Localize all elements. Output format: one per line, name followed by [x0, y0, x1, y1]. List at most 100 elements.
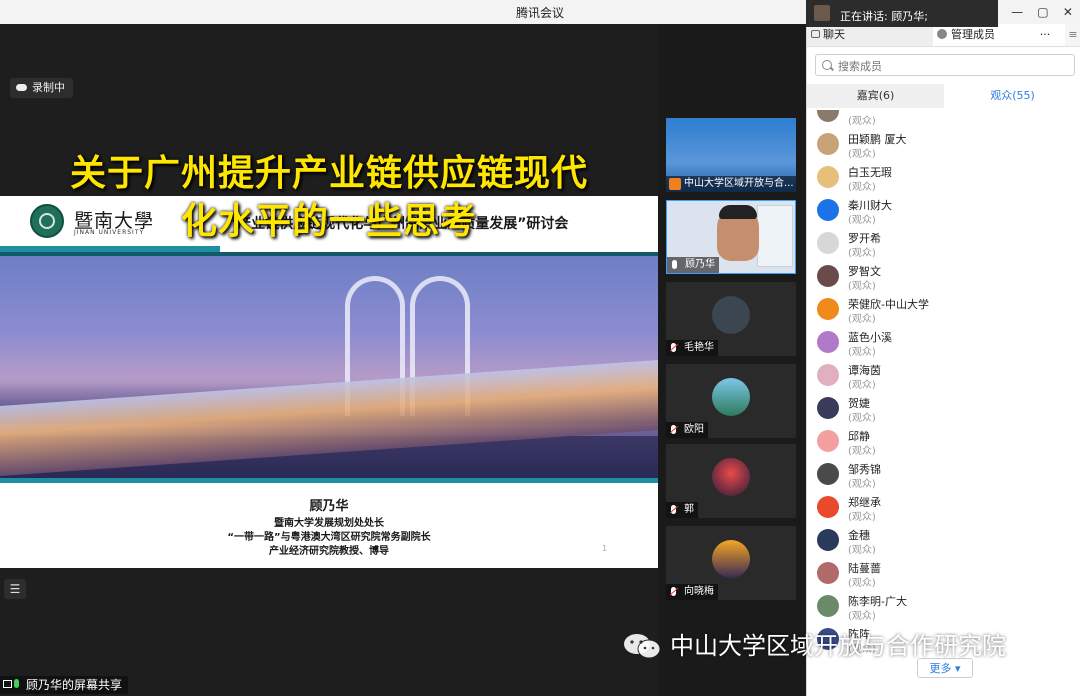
speaking-label: 正在讲话: 顾乃华;	[840, 10, 928, 23]
member-row[interactable]: 罗开希 (观众)	[807, 228, 1080, 261]
participant-name: 郭	[684, 504, 694, 515]
search-input[interactable]	[836, 56, 1070, 76]
maximize-button[interactable]: ▢	[1037, 5, 1048, 19]
member-row[interactable]: 谭海茵 (观众)	[807, 360, 1080, 393]
member-row[interactable]: 白玉无瑕 (观众)	[807, 162, 1080, 195]
participant-label: 欧阳	[666, 422, 708, 438]
member-role: (观众)	[848, 281, 876, 292]
chat-icon	[811, 30, 820, 38]
avatar	[817, 562, 839, 584]
member-role: (观众)	[848, 215, 876, 226]
minimize-button[interactable]: —	[1011, 5, 1023, 19]
member-role: (观众)	[848, 248, 876, 259]
avatar	[817, 298, 839, 320]
member-row[interactable]: 郑继承 (观众)	[807, 492, 1080, 525]
avatar	[817, 529, 839, 551]
avatar	[817, 166, 839, 188]
tab-members-label: 管理成员	[951, 28, 995, 41]
member-row[interactable]: 金穗 (观众)	[807, 525, 1080, 558]
members-panel: 聊天 管理成员 ··· ≡ 嘉宾(6) 观众(55) (观众)田颖鹏 厦大(观众…	[806, 24, 1080, 696]
screen-icon	[3, 680, 12, 688]
avatar	[814, 5, 830, 21]
member-role: (观众)	[848, 347, 876, 358]
avatar	[712, 540, 750, 578]
participant-tile[interactable]: 郭	[666, 444, 796, 518]
avatar	[712, 378, 750, 416]
participant-label: 顾乃华	[667, 257, 719, 273]
presenter-title: 产业经济研究院教授、博导	[269, 546, 389, 557]
member-row[interactable]: 贺婕 (观众)	[807, 393, 1080, 426]
menu-icon[interactable]: ≡	[1065, 24, 1080, 46]
member-row[interactable]: 蓝色小溪 (观众)	[807, 327, 1080, 360]
member-row[interactable]: 陆蔓蔷 (观众)	[807, 558, 1080, 591]
user-icon	[669, 178, 681, 190]
member-role: (观众)	[848, 545, 876, 556]
avatar	[817, 463, 839, 485]
list-icon[interactable]: ☰	[4, 579, 26, 599]
participant-tile[interactable]: 向晓梅	[666, 526, 796, 600]
member-role: (观众)	[848, 149, 876, 160]
screen-share-text: 顾乃华的屏幕共享	[26, 678, 123, 692]
tab-chat-label: 聊天	[823, 28, 845, 41]
member-role: (观众)	[848, 512, 876, 523]
presentation-slide: 暨南大學 JINAN UNIVERSITY “产业链供应链现代化与广州制造业高质…	[0, 196, 658, 568]
member-role: (观众)	[848, 314, 876, 325]
avatar	[817, 265, 839, 287]
tab-audience[interactable]: 观众(55)	[944, 84, 1080, 108]
wechat-icon	[624, 634, 661, 659]
slide-headline: 化水平的一些思考	[180, 201, 477, 242]
avatar	[712, 458, 750, 496]
avatar	[817, 232, 839, 254]
search-icon	[822, 60, 832, 70]
presenter-title: “一带一路”与粤港澳大湾区研究院常务副院长	[227, 532, 431, 543]
member-row[interactable]: 陈李明-广大 (观众)	[807, 591, 1080, 624]
member-row[interactable]: 邹秀锦 (观众)	[807, 459, 1080, 492]
members-icon	[937, 29, 947, 39]
screen-share-label: 顾乃华的屏幕共享	[0, 676, 129, 694]
member-role: (观众)	[848, 479, 876, 490]
slide-page-number: 1	[602, 544, 608, 553]
avatar	[817, 364, 839, 386]
member-role: (观众)	[848, 578, 876, 589]
participant-tile[interactable]: 毛艳华	[666, 282, 796, 356]
member-row[interactable]: 秦川财大 (观众)	[807, 195, 1080, 228]
member-row[interactable]: 罗智文 (观众)	[807, 261, 1080, 294]
avatar	[817, 331, 839, 353]
footer-stripe	[0, 478, 658, 483]
bridge-banner-image	[0, 256, 658, 478]
watermark-text: 中山大学区域开放与合作研究院	[670, 632, 1006, 660]
member-row[interactable]: (观众)	[807, 110, 1080, 129]
participant-tile[interactable]: 顾乃华	[666, 200, 796, 274]
microphone-muted-icon	[671, 343, 676, 352]
tab-guests[interactable]: 嘉宾(6)	[807, 84, 944, 108]
member-role: (观众)	[848, 116, 876, 127]
participant-name: 向晓梅	[684, 586, 714, 597]
avatar	[817, 110, 839, 122]
member-role: (观众)	[848, 611, 876, 622]
avatar	[817, 397, 839, 419]
member-row[interactable]: 田颖鹏 厦大 (观众)	[807, 129, 1080, 162]
participant-name: 欧阳	[684, 424, 704, 435]
avatar	[817, 595, 839, 617]
avatar	[817, 430, 839, 452]
slide-headline: 关于广州提升产业链供应链现代	[69, 153, 588, 194]
member-role: (观众)	[848, 182, 876, 193]
close-button[interactable]: ✕	[1063, 5, 1073, 19]
participant-tile[interactable]: 欧阳	[666, 364, 796, 438]
participant-label: 郭	[666, 502, 698, 518]
recording-badge[interactable]: 录制中	[10, 78, 73, 98]
more-options-icon[interactable]: ···	[1035, 24, 1055, 46]
participant-tile[interactable]: 中山大学区域开放与合...	[666, 118, 796, 192]
tab-chat[interactable]: 聊天	[807, 24, 933, 46]
participant-label: 毛艳华	[666, 340, 718, 356]
speaking-indicator: 正在讲话: 顾乃华;	[806, 0, 998, 27]
member-search	[815, 54, 1075, 76]
avatar	[817, 199, 839, 221]
participant-label: 中山大学区域开放与合...	[666, 176, 796, 192]
member-row[interactable]: 荣健欣-中山大学 (观众)	[807, 294, 1080, 327]
slide-footer: 顾乃华 暨南大学发展规划处处长 “一带一路”与粤港澳大湾区研究院常务副院长 产业…	[0, 478, 658, 568]
presenter-title: 暨南大学发展规划处处长	[274, 518, 384, 529]
background-window	[757, 205, 793, 267]
participant-name: 中山大学区域开放与合...	[684, 178, 794, 189]
member-row[interactable]: 邱静 (观众)	[807, 426, 1080, 459]
